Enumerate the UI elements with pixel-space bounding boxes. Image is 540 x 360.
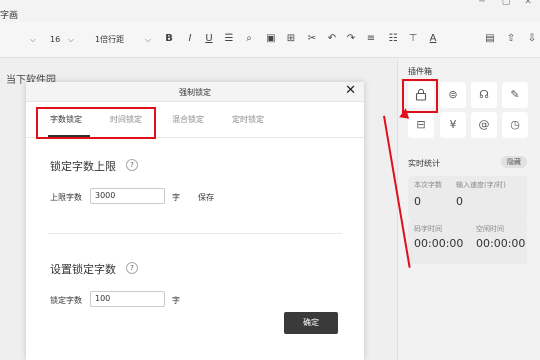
plugins-title: 插件箱	[408, 67, 432, 76]
shirt-icon[interactable]: ⊤	[407, 33, 419, 45]
download-icon[interactable]: ⇩	[526, 33, 538, 45]
italic-icon[interactable]: I	[184, 33, 196, 45]
line-spacing-select[interactable]: 1倍行距 ⌵	[95, 31, 151, 49]
undo-icon[interactable]: ↶	[326, 33, 338, 45]
font-size-select[interactable]: 16 ⌵	[50, 31, 74, 49]
at-icon[interactable]: @	[471, 112, 497, 138]
chevron-down-icon: ⌵	[29, 35, 36, 44]
strikethrough-icon[interactable]: ☰	[223, 33, 235, 45]
head-icon[interactable]: ☊	[471, 82, 497, 108]
underline-icon[interactable]: U	[203, 33, 215, 45]
typing-time-label: 码字时间	[414, 225, 442, 233]
bold-icon[interactable]: B	[163, 33, 175, 45]
title-bar: 字画 ─ ▢ ✕	[0, 0, 540, 22]
lock-words-label: 锁定字数	[50, 296, 82, 305]
chevron-down-icon: ⌵	[67, 35, 74, 44]
format-toolbar: ⌵ 16 ⌵ 1倍行距 ⌵ B I U ☰ ⌕ ▣ ⊞ ✂ ↶ ↷ ≡ ☷ ⊤ …	[0, 22, 540, 58]
section-divider	[48, 233, 342, 234]
speed-value: 0	[456, 195, 463, 208]
redo-icon[interactable]: ↷	[345, 33, 357, 45]
current-words-label: 本次字数	[414, 181, 442, 189]
maximize-icon[interactable]: ▢	[501, 0, 511, 7]
arrow-head-icon	[399, 107, 411, 119]
close-icon[interactable]: ✕	[345, 84, 356, 98]
close-icon[interactable]: ✕	[523, 0, 533, 7]
dialog-header: 强制锁定 ✕	[26, 82, 364, 102]
stats-card-words: 本次字数 输入速度(字/时) 0 0	[408, 176, 527, 220]
speed-label: 输入速度(字/时)	[456, 181, 506, 189]
help-icon[interactable]: ?	[126, 159, 138, 171]
lock-words-unit: 字	[172, 296, 180, 305]
list-alt-icon[interactable]: ☷	[387, 33, 399, 45]
image-icon[interactable]: ▣	[265, 33, 277, 45]
confirm-button[interactable]: 确定	[284, 312, 338, 334]
limit-words-unit: 字	[172, 193, 180, 202]
stats-card-time: 码字时间 空闲时间 00:00:00 00:00:00	[408, 220, 527, 264]
lock-words-input[interactable]: 100	[90, 291, 165, 307]
limit-words-label: 上限字数	[50, 193, 82, 202]
search-icon[interactable]: ⌕	[243, 33, 255, 45]
line-spacing-value: 1倍行距	[95, 35, 125, 44]
dialog-title: 强制锁定	[179, 88, 211, 97]
idle-time-label: 空闲时间	[476, 225, 504, 233]
font-family-select[interactable]: ⌵	[0, 31, 36, 49]
stats-title: 实时统计	[408, 159, 440, 168]
font-color-icon[interactable]: A	[427, 33, 439, 45]
help-icon[interactable]: ?	[126, 262, 138, 274]
current-words-value: 0	[414, 195, 421, 208]
section-title-set: 设置锁定字数	[50, 263, 116, 276]
font-size-value: 16	[50, 35, 61, 44]
export-icon[interactable]: ⇧	[505, 33, 517, 45]
section-title-limit: 锁定字数上限	[50, 160, 116, 173]
limit-words-input[interactable]: 3000	[90, 188, 165, 204]
save-icon[interactable]: ▤	[484, 33, 496, 45]
magnify-icon[interactable]: ⊜	[440, 82, 466, 108]
tab-scheduled-lock[interactable]: 定时锁定	[232, 114, 264, 125]
tab-mixed-lock[interactable]: 混合锁定	[172, 114, 204, 125]
hide-button[interactable]: 隐藏	[501, 156, 527, 168]
table-icon[interactable]: ⊟	[408, 112, 434, 138]
typing-time-value: 00:00:00	[414, 237, 464, 250]
minimize-icon[interactable]: ─	[477, 0, 487, 7]
chevron-down-icon: ⌵	[144, 35, 151, 44]
cut-icon[interactable]: ✂	[306, 33, 318, 45]
table-icon[interactable]: ⊞	[285, 33, 297, 45]
clock-icon[interactable]: ◷	[502, 112, 528, 138]
idle-time-value: 00:00:00	[476, 237, 526, 250]
highlight-box-tab	[36, 107, 156, 139]
save-link[interactable]: 保存	[198, 192, 214, 203]
list-icon[interactable]: ≡	[365, 33, 377, 45]
window-title: 字画	[0, 11, 19, 21]
yen-icon[interactable]: ¥	[440, 112, 466, 138]
pen-icon[interactable]: ✎	[502, 82, 528, 108]
